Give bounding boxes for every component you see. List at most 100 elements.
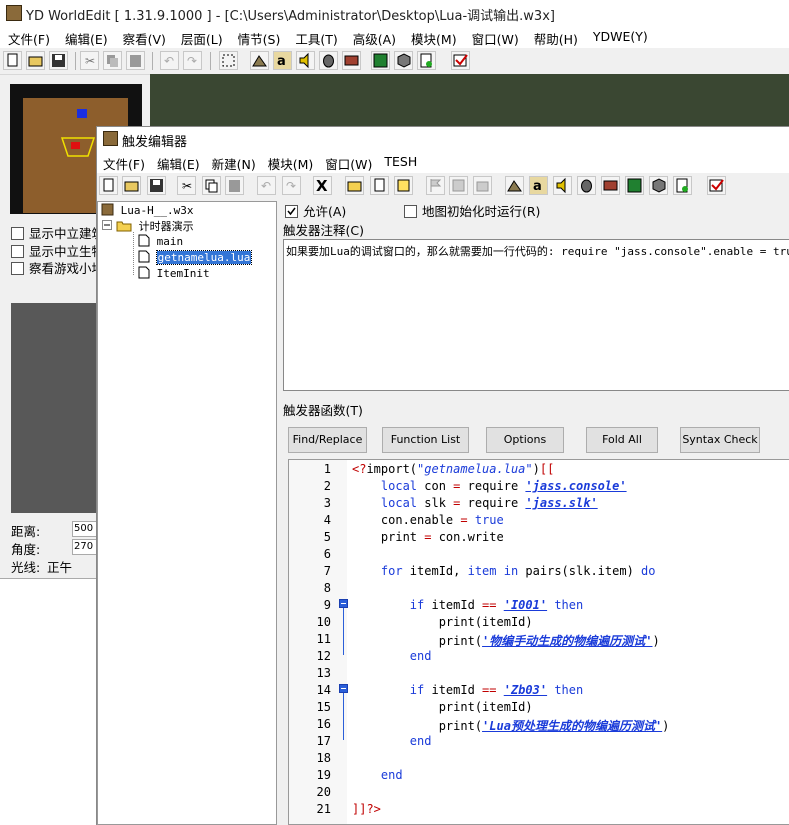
test-map-icon[interactable] xyxy=(451,51,470,70)
code-line-5: print = con.write xyxy=(352,530,504,544)
te-unit-editor-icon[interactable]: a xyxy=(529,176,548,195)
te-new-variable-icon[interactable] xyxy=(394,176,413,195)
function-list-button[interactable]: Function List xyxy=(382,427,469,453)
enable-checkbox[interactable]: 允许(A) xyxy=(285,201,346,220)
te-redo-icon[interactable]: ↷ xyxy=(282,176,301,195)
paste-icon[interactable] xyxy=(126,51,145,70)
te-menu-tesh[interactable]: TESH xyxy=(378,151,423,173)
menu-help[interactable]: 帮助(H) xyxy=(526,26,585,48)
te-new-condition-icon[interactable] xyxy=(449,176,468,195)
select-region-icon[interactable] xyxy=(219,51,238,70)
te-campaign-editor-icon[interactable] xyxy=(601,176,620,195)
tree-item-main[interactable]: main xyxy=(138,234,183,248)
svg-text:✂: ✂ xyxy=(85,54,95,68)
collapse-toggle-icon[interactable] xyxy=(102,220,112,230)
menu-view[interactable]: 察看(V) xyxy=(115,26,173,48)
line-number: 14 xyxy=(316,683,331,697)
te-menu-window[interactable]: 窗口(W) xyxy=(319,151,378,173)
te-sound-editor-icon[interactable] xyxy=(553,176,572,195)
sound-editor-icon[interactable] xyxy=(296,51,315,70)
menu-module[interactable]: 模块(M) xyxy=(403,26,464,48)
te-cut-icon[interactable]: ✂ xyxy=(177,176,196,195)
tree-category[interactable]: 计时器演示 xyxy=(116,218,194,234)
cut-icon[interactable]: ✂ xyxy=(80,51,99,70)
campaign-editor-icon[interactable] xyxy=(342,51,361,70)
te-new-category-icon[interactable] xyxy=(345,176,364,195)
tree-root[interactable]: Lua-H__.w3x xyxy=(101,203,193,217)
find-replace-button[interactable]: Find/Replace xyxy=(288,427,367,453)
angle-value[interactable]: 270 xyxy=(72,539,99,555)
te-menu-new[interactable]: 新建(N) xyxy=(206,151,262,173)
te-menu-edit[interactable]: 编辑(E) xyxy=(151,151,206,173)
unit-editor-icon[interactable]: a xyxy=(273,51,292,70)
line-number: 11 xyxy=(316,632,331,646)
te-menu-module[interactable]: 模块(M) xyxy=(262,151,320,173)
object-editor-icon[interactable] xyxy=(319,51,338,70)
distance-value[interactable]: 500 xyxy=(72,521,99,537)
te-open-icon[interactable] xyxy=(122,176,141,195)
object-manager-icon[interactable] xyxy=(394,51,413,70)
te-new-icon[interactable] xyxy=(99,176,118,195)
copy-icon[interactable] xyxy=(103,51,122,70)
terrain-editor-icon[interactable] xyxy=(250,51,269,70)
trigger-tree[interactable]: Lua-H__.w3x 计时器演示 main getnamelua.lua It… xyxy=(97,201,277,825)
te-paste-icon[interactable] xyxy=(225,176,244,195)
te-test-map-icon[interactable] xyxy=(707,176,726,195)
import-manager-icon[interactable] xyxy=(417,51,436,70)
te-undo-icon[interactable]: ↶ xyxy=(257,176,276,195)
redo-icon[interactable]: ↷ xyxy=(183,51,202,70)
te-menu-file[interactable]: 文件(F) xyxy=(97,151,151,173)
te-new-trigger-icon[interactable] xyxy=(370,176,389,195)
menu-edit[interactable]: 编辑(E) xyxy=(57,26,115,48)
te-ai-editor-icon[interactable] xyxy=(625,176,644,195)
line-number: 18 xyxy=(316,751,331,765)
menu-scenario[interactable]: 情节(S) xyxy=(230,26,288,48)
lower-left-panel xyxy=(0,578,97,825)
menu-layer[interactable]: 层面(L) xyxy=(173,26,230,48)
te-import-manager-icon[interactable] xyxy=(673,176,692,195)
new-file-icon[interactable] xyxy=(3,51,22,70)
menu-ydwe[interactable]: YDWE(Y) xyxy=(585,26,655,48)
menu-advanced[interactable]: 高级(A) xyxy=(345,26,403,48)
svg-text:a: a xyxy=(533,179,542,194)
menu-tools[interactable]: 工具(T) xyxy=(287,26,344,48)
line-number: 20 xyxy=(316,785,331,799)
comment-textarea[interactable]: 如果要加Lua的调试窗口的，那么就需要加一行代码的: require "jass… xyxy=(283,239,789,391)
code-editor[interactable]: 1 2 3 4 5 6 7 8 9 10 11 12 13 14 15 16 17 18 19 20 21 <?impo… xyxy=(288,459,789,825)
tree-item-iteminit[interactable]: ItemInit xyxy=(138,266,210,280)
te-new-action-icon[interactable] xyxy=(473,176,492,195)
open-folder-icon[interactable] xyxy=(26,51,45,70)
lighting-value: 正午 xyxy=(47,560,73,575)
main-menu-bar: 文件(F) 编辑(E) 察看(V) 层面(L) 情节(S) 工具(T) 高级(A… xyxy=(0,26,789,48)
code-line-21: ]]?> xyxy=(352,802,381,816)
syntax-check-button[interactable]: Syntax Check xyxy=(680,427,760,453)
undo-icon[interactable]: ↶ xyxy=(160,51,179,70)
code-line-10: print(itemId) xyxy=(352,615,533,629)
tree-item-getnamelua[interactable]: getnamelua.lua xyxy=(138,250,253,265)
save-icon[interactable] xyxy=(49,51,68,70)
comment-text: 如果要加Lua的调试窗口的，那么就需要加一行代码的: require "jass… xyxy=(286,245,789,258)
line-number: 2 xyxy=(323,479,331,493)
code-line-7: for itemId, item in pairs(slk.item) do xyxy=(352,564,656,578)
menu-file[interactable]: 文件(F) xyxy=(0,26,57,48)
te-delete-icon[interactable]: X xyxy=(313,176,332,195)
te-copy-icon[interactable] xyxy=(202,176,221,195)
te-save-icon[interactable] xyxy=(147,176,166,195)
menu-window[interactable]: 窗口(W) xyxy=(464,26,526,48)
te-new-event-icon[interactable] xyxy=(426,176,445,195)
show-neutral-buildings-checkbox[interactable]: 显示中立建筑 xyxy=(11,223,104,242)
ai-editor-icon[interactable] xyxy=(371,51,390,70)
te-object-manager-icon[interactable] xyxy=(649,176,668,195)
fold-toggle-icon[interactable] xyxy=(339,684,348,693)
minimap-camera-frame xyxy=(60,137,96,157)
fold-all-button[interactable]: Fold All xyxy=(586,427,658,453)
map-init-checkbox[interactable]: 地图初始化时运行(R) xyxy=(404,201,540,220)
options-button[interactable]: Options xyxy=(486,427,564,453)
te-terrain-editor-icon[interactable] xyxy=(505,176,524,195)
te-object-editor-icon[interactable] xyxy=(577,176,596,195)
map-viewport[interactable] xyxy=(150,74,789,126)
line-number: 9 xyxy=(323,598,331,612)
line-number: 19 xyxy=(316,768,331,782)
fold-toggle-icon[interactable] xyxy=(339,599,348,608)
trigger-detail-panel: 允许(A) 地图初始化时运行(R) 触发器注释(C) 如果要加Lua的调试窗口的… xyxy=(283,201,789,825)
